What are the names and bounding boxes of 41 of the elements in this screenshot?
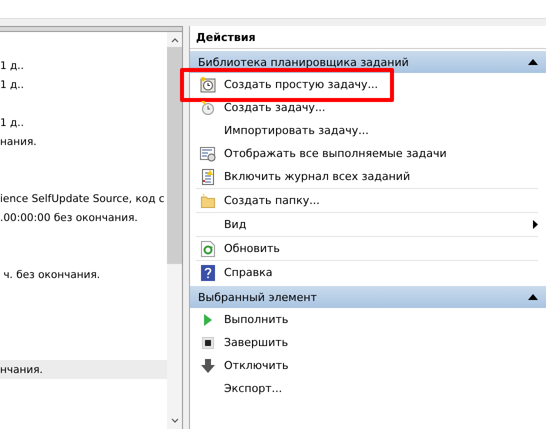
action-item[interactable]: Экспорт...: [196, 377, 538, 400]
play-icon: [203, 312, 213, 326]
clock-icon: [200, 100, 216, 116]
scrollbar[interactable]: [167, 32, 182, 429]
action-item[interactable]: Отключить: [196, 354, 538, 377]
detail-text: 1 д..: [0, 116, 24, 128]
action-item[interactable]: Выполнить: [196, 308, 538, 331]
refresh-icon: [201, 240, 215, 256]
detail-text: нчания.: [0, 364, 43, 376]
action-item[interactable]: Создать простую задачу...: [196, 73, 538, 96]
stop-icon: [202, 336, 214, 348]
log-icon: [200, 168, 216, 184]
action-item[interactable]: Отображать все выполняемые задачи: [196, 142, 538, 165]
detail-text: 1 д..: [0, 78, 24, 90]
scroll-up-icon[interactable]: [170, 38, 178, 43]
down-arrow-icon: [201, 358, 215, 372]
collapse-icon[interactable]: [528, 294, 538, 300]
action-item[interactable]: Создать задачу...: [196, 96, 538, 119]
detail-text: .00:00:00 без окончания.: [0, 212, 138, 224]
folder-icon: [200, 194, 216, 208]
action-item[interactable]: Завершить: [196, 331, 538, 354]
action-item[interactable]: Создать папку...: [196, 189, 538, 212]
section-header[interactable]: Выбранный элемент: [190, 286, 546, 308]
scroll-thumb[interactable]: [167, 47, 182, 264]
detail-text: нания.: [0, 136, 37, 148]
clock-icon: [200, 76, 216, 92]
action-item[interactable]: Обновить: [196, 237, 538, 260]
action-item[interactable]: Импортировать задачу...: [196, 119, 538, 142]
collapse-icon[interactable]: [528, 59, 538, 65]
detail-text: 1 д..: [0, 60, 24, 72]
action-item[interactable]: Включить журнал всех заданий: [196, 165, 538, 188]
submenu-arrow-icon: [533, 220, 538, 229]
scroll-down-icon[interactable]: [170, 418, 178, 423]
action-item[interactable]: Справка: [196, 261, 538, 284]
detail-text: ience SelfUpdate Source, код с: [0, 192, 165, 204]
help-icon: [201, 264, 215, 280]
section-header[interactable]: Библиотека планировщика заданий: [190, 51, 546, 73]
detail-text: ч. без окончания.: [2, 268, 100, 280]
actions-title: Действия: [190, 26, 546, 49]
action-item[interactable]: Вид: [196, 213, 538, 236]
task-list-icon: [200, 146, 216, 162]
